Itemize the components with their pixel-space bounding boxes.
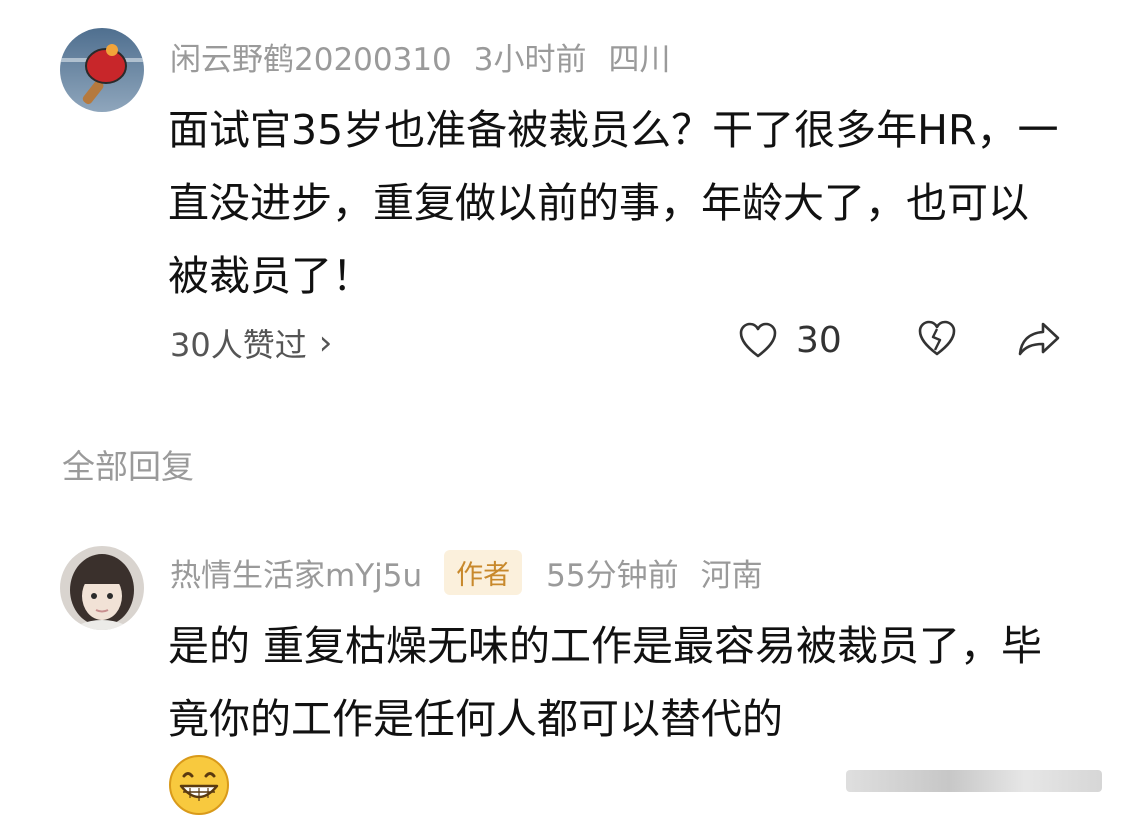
comment-text: 面试官35岁也准备被裁员么？干了很多年HR，一直没进步，重复做以前的事，年龄大了… [168, 106, 1059, 300]
all-replies-heading: 全部回复 [62, 447, 194, 486]
author-badge: 作者 [444, 550, 523, 595]
reply-meta: 热情生活家mYj5u 作者 55分钟前 河南 [170, 550, 785, 595]
username[interactable]: 热情生活家mYj5u [170, 550, 422, 595]
timestamp: 3小时前 [473, 42, 587, 78]
share-button[interactable] [1016, 320, 1062, 358]
avatar[interactable] [60, 546, 144, 630]
grinning-face-icon [168, 754, 230, 820]
username[interactable]: 闲云野鹤20200310 [170, 34, 452, 79]
liked-by-label: 30人赞过 [170, 326, 307, 364]
reply-text: 是的 重复枯燥无味的工作是最容易被裁员了，毕竟你的工作是任何人都可以替代的 [168, 622, 1043, 743]
avatar[interactable] [60, 28, 144, 112]
comment-thread: 闲云野鹤20200310 3小时前 四川 面试官35岁也准备被裁员么？干了很多年… [0, 0, 1126, 824]
dislike-button[interactable] [916, 320, 958, 358]
chevron-right-icon: › [318, 323, 333, 363]
like-count: 30 [796, 320, 842, 361]
broken-heart-icon [918, 320, 956, 356]
like-button[interactable]: 30 [738, 320, 842, 361]
heart-icon [739, 322, 777, 357]
comment: 闲云野鹤20200310 3小时前 四川 面试官35岁也准备被裁员么？干了很多年… [0, 28, 1126, 398]
comment-meta: 闲云野鹤20200310 3小时前 四川 [170, 34, 693, 79]
timestamp: 55分钟前 [546, 558, 679, 594]
location: 河南 [700, 558, 763, 594]
user-photo-icon [60, 546, 144, 630]
watermark [846, 770, 1102, 792]
ping-pong-paddle-icon [60, 28, 144, 112]
comment-actions: 30人赞过 › 30 [0, 320, 1126, 370]
share-icon [1018, 322, 1060, 356]
liked-by-link[interactable]: 30人赞过 › [170, 320, 332, 366]
location: 四川 [608, 42, 671, 78]
